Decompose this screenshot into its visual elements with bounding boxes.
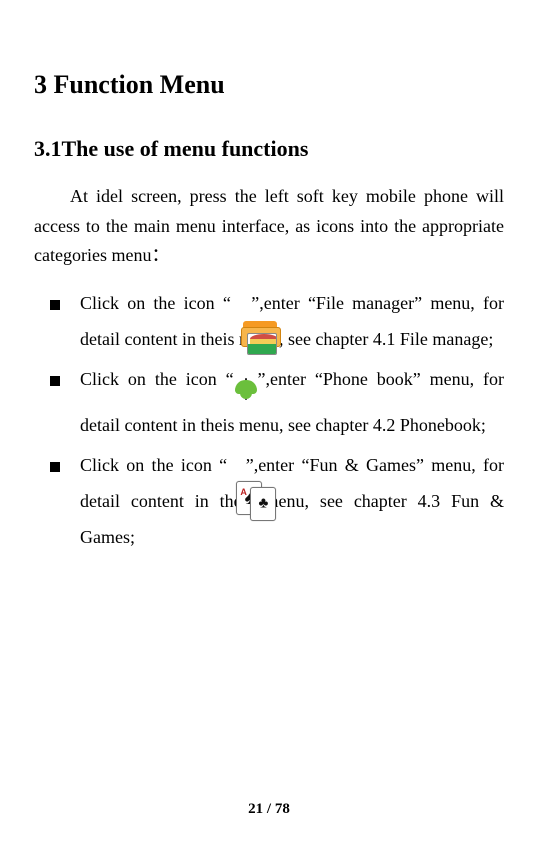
heading-1: 3 Function Menu	[34, 70, 504, 100]
list-item: Click on the icon “ ♠ ♣ ”,enter “Fun & G…	[44, 447, 504, 555]
list-item-text-pre: Click on the icon “	[80, 455, 227, 475]
list-item-text-pre: Click on the icon “	[80, 293, 231, 313]
bullet-list: Click on the icon “ ”,enter “File manage…	[44, 285, 504, 555]
list-item: Click on the icon “ ”,enter “File manage…	[44, 285, 504, 357]
page-number: 21 / 78	[0, 801, 538, 818]
list-item-text-pre: Click on the icon “	[80, 369, 234, 389]
intro-paragraph: At idel screen, press the left soft key …	[34, 182, 504, 271]
list-item: Click on the icon “ ”,enter “Phone book”…	[44, 361, 504, 443]
heading-2: 3.1The use of menu functions	[34, 136, 504, 162]
document-page: 3 Function Menu 3.1The use of menu funct…	[0, 0, 538, 846]
phone-book-icon	[245, 371, 247, 407]
